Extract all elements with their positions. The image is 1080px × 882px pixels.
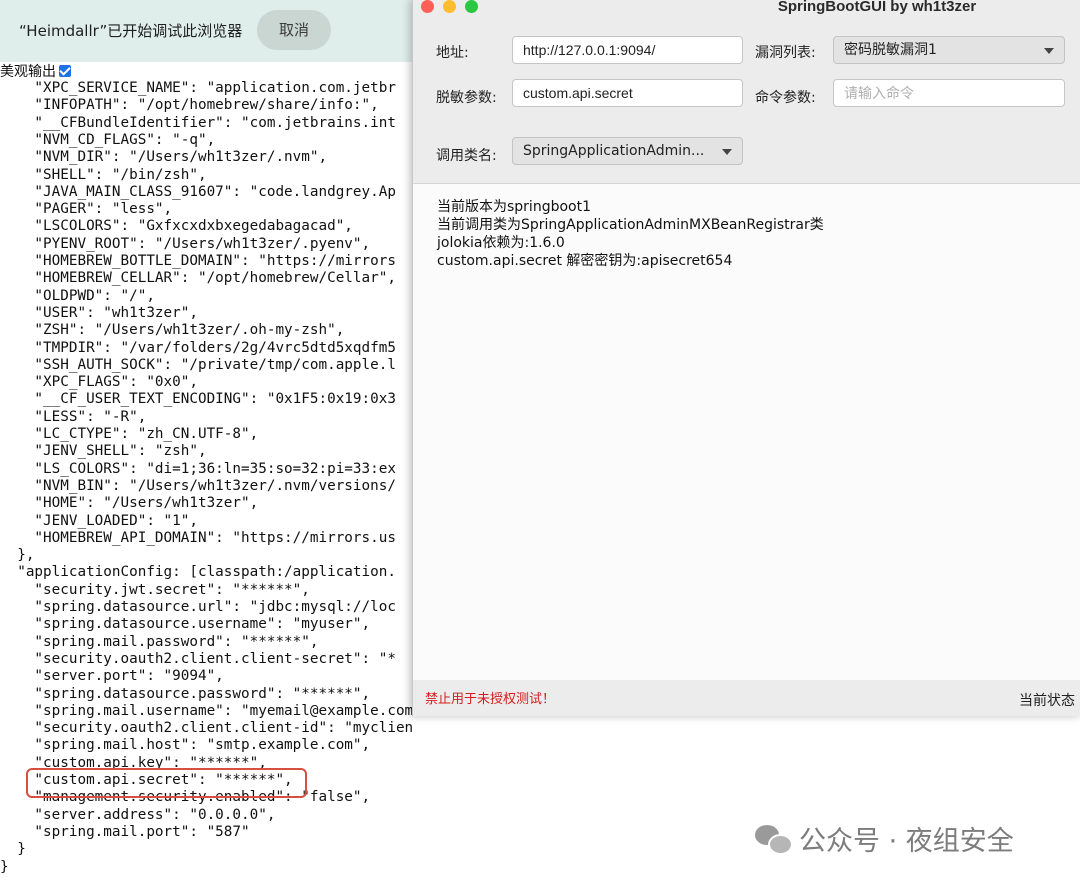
status-bar: 禁止用于未授权测试！ 当前状态 [413,680,1080,716]
chevron-down-icon [722,149,732,155]
pretty-output-label: 美观输出 [0,64,56,80]
vuln-list-label: 漏洞列表: [755,45,816,61]
json-line: "PYENV_ROOT": "/Users/wh1t3zer/.pyenv", [0,235,371,252]
vuln-list-select[interactable]: 密码脱敏漏洞1 [833,36,1065,64]
debug-notice-text: “Heimdallr”已开始调试此浏览器 [19,22,243,40]
json-line: "XPC_SERVICE_NAME": "application.com.jet… [0,80,396,96]
watermark: 公众号 · 夜组安全 [755,820,1014,857]
json-line: "__CF_USER_TEXT_ENCODING": "0x1F5:0x19:0… [0,391,396,408]
watermark-text: 公众号 · 夜组安全 [799,825,1014,857]
json-viewer: "XPC_SERVICE_NAME": "application.com.jet… [0,80,412,882]
json-line: "PAGER": "less", [0,201,173,218]
json-line: "spring.mail.host": "smtp.example.com", [0,737,371,754]
invoke-class-label: 调用类名: [436,148,497,164]
json-line: "SHELL": "/bin/zsh", [0,166,207,183]
json-line: "LC_CTYPE": "zh_CN.UTF-8", [0,426,259,442]
desensitize-label: 脱敏参数: [436,90,497,106]
json-line: "SSH_AUTH_SOCK": "/private/tmp/com.apple… [0,356,396,373]
output-line: 当前版本为springboot1 [437,199,591,215]
json-line: "INFOPATH": "/opt/homebrew/share/info:", [0,97,379,114]
invoke-class-select[interactable]: SpringApplicationAdmin... [512,137,743,165]
json-line: } [0,858,9,875]
json-line: "XPC_FLAGS": "0x0", [0,374,198,391]
output-line: custom.api.secret 解密密钥为:apisecret654 [437,253,733,269]
json-line: "HOMEBREW_BOTTLE_DOMAIN": "https://mirro… [0,253,396,269]
cancel-button[interactable]: 取消 [257,10,331,50]
json-line: "security.oauth2.client.client-id": "myc… [0,720,412,737]
warning-text: 禁止用于未授权测试！ [425,692,556,707]
json-line: "ZSH": "/Users/wh1t3zer/.oh-my-zsh", [0,322,345,339]
debug-notice-bar: “Heimdallr”已开始调试此浏览器 取消 [0,0,415,62]
chevron-down-icon [1044,48,1054,54]
json-line: "server.port": "9094", [0,668,224,685]
command-input[interactable]: 请输入命令 [833,79,1065,107]
invoke-class-selected: SpringApplicationAdmin... [523,143,705,159]
title-bar: SpringBootGUI by wh1t3zer [413,0,1080,16]
json-line: "security.oauth2.client.client-secret": … [0,650,396,667]
json-line: "server.address": "0.0.0.0", [0,806,276,823]
json-line: "spring.datasource.username": "myuser", [0,616,371,633]
json-line: "JAVA_MAIN_CLASS_91607": "code.landgrey.… [0,183,396,200]
command-label: 命令参数: [755,90,816,106]
status-label: 当前状态 [1019,693,1075,709]
json-line: "spring.mail.username": "myemail@example… [0,702,412,719]
address-label: 地址: [436,45,469,61]
json-line: "spring.datasource.password": "******", [0,685,371,702]
vuln-list-selected: 密码脱敏漏洞1 [844,42,937,58]
pretty-output-checkbox[interactable] [59,65,71,77]
json-line: "HOMEBREW_API_DOMAIN": "https://mirrors.… [0,529,396,546]
json-line: "__CFBundleIdentifier": "com.jetbrains.i… [0,114,396,131]
json-line: "TMPDIR": "/var/folders/2g/4vrc5dtd5xqdf… [0,339,396,356]
json-line: "spring.datasource.url": "jdbc:mysql://l… [0,599,396,615]
pretty-output-toggle[interactable]: 美观输出 [0,62,71,80]
json-line: "LS_COLORS": "di=1;36:ln=35:so=32:pi=33:… [0,460,396,477]
json-line: "applicationConfig: [classpath:/applicat… [0,564,396,581]
json-line: "HOMEBREW_CELLAR": "/opt/homebrew/Cellar… [0,270,396,287]
output-line: jolokia依赖为:1.6.0 [437,235,565,251]
json-line: "NVM_DIR": "/Users/wh1t3zer/.nvm", [0,149,328,166]
json-line: "JENV_SHELL": "zsh", [0,443,207,460]
json-line: "spring.mail.password": "******", [0,633,319,650]
json-line: "security.jwt.secret": "******", [0,581,310,598]
address-input[interactable]: http://127.0.0.1:9094/ [512,36,743,64]
desensitize-input[interactable]: custom.api.secret [512,79,743,107]
json-line: }, [0,547,35,564]
json-line: "NVM_CD_FLAGS": "-q", [0,131,216,148]
json-line: "OLDPWD": "/", [0,287,155,304]
json-line: "spring.mail.port": "587" [0,823,250,840]
json-line: "LSCOLORS": "Gxfxcxdxbxegedabagacad", [0,218,353,235]
json-line: "USER": "wh1t3zer", [0,304,198,321]
json-line: } [0,841,26,858]
json-line: "HOME": "/Users/wh1t3zer", [0,495,259,512]
json-line: "JENV_LOADED": "1", [0,512,198,529]
output-line: 当前调用类为SpringApplicationAdminMXBeanRegist… [437,217,824,233]
output-area[interactable]: 当前版本为springboot1 当前调用类为SpringApplicationA… [413,183,1080,681]
wechat-icon [755,823,793,855]
highlight-annotation [26,768,307,798]
json-line: "LESS": "-R", [0,408,147,425]
app-window: SpringBootGUI by wh1t3zer 地址: http://127… [412,0,1080,716]
window-title: SpringBootGUI by wh1t3zer [777,0,977,15]
json-line: "NVM_BIN": "/Users/wh1t3zer/.nvm/version… [0,477,396,494]
